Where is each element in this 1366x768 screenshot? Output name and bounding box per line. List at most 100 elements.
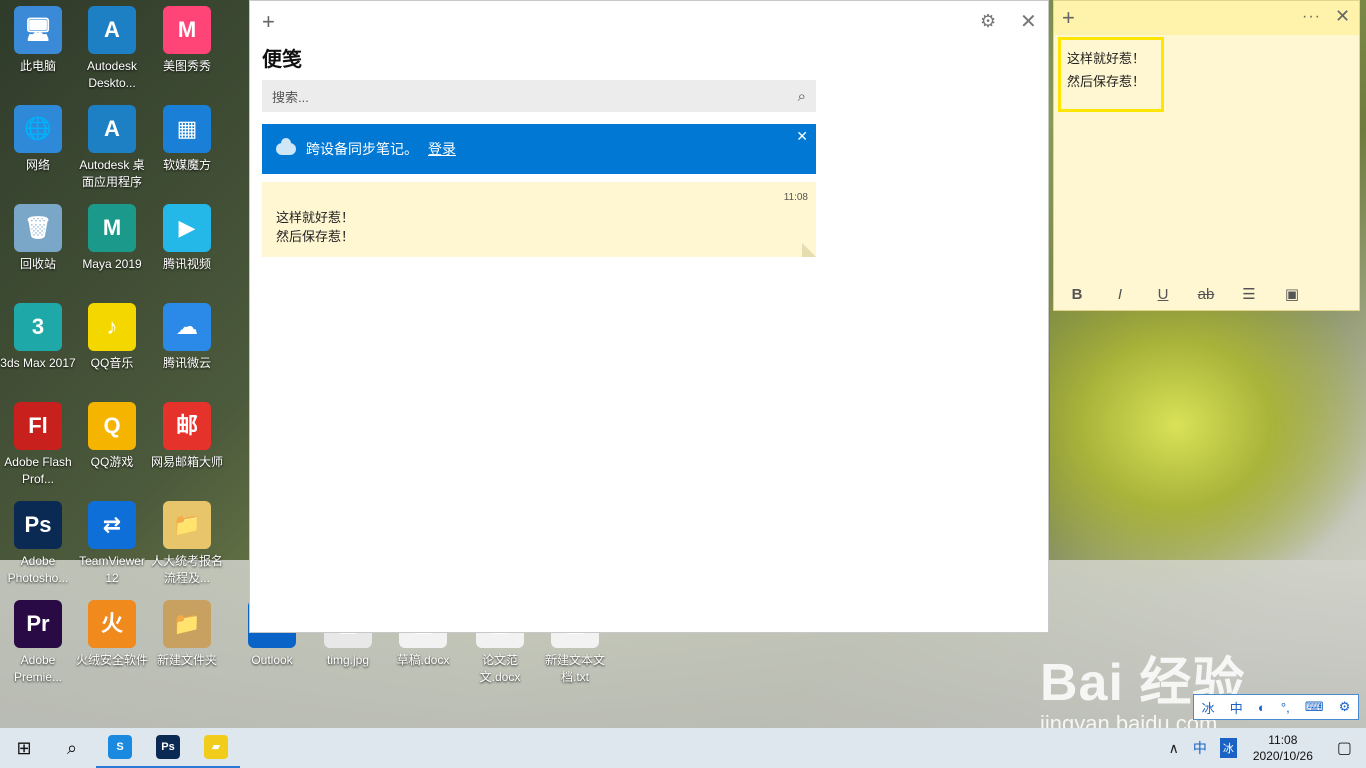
taskbar-search-icon[interactable]: ⌕ <box>48 728 96 768</box>
app-icon: M <box>88 204 136 252</box>
insert-image-button[interactable]: ▣ <box>1281 285 1303 303</box>
desktop-icon[interactable]: Pr Adobe Premie... <box>0 594 76 686</box>
desktop-icon[interactable]: 🖥 此电脑 <box>0 0 76 75</box>
desktop-icon[interactable]: ⇄ TeamViewer 12 <box>74 495 150 587</box>
search-icon[interactable]: ⌕ <box>798 88 806 105</box>
new-note-button[interactable]: + <box>1062 5 1075 31</box>
app-icon: ▦ <box>163 105 211 153</box>
note-list-item[interactable]: 11:08 这样就好惹！ 然后保存惹！ <box>262 182 816 257</box>
ime-toolbar-item[interactable]: ⚙ <box>1339 699 1351 715</box>
desktop-icon-label: 美图秀秀 <box>162 59 211 73</box>
desktop-icon-label: timg.jpg <box>326 653 370 667</box>
sogou-browser-icon: S <box>108 735 132 759</box>
desktop-icon-label: 论文范文.docx <box>479 653 521 684</box>
photoshop-icon: Ps <box>156 735 180 759</box>
ime-toolbar-item[interactable]: ◐ <box>1258 700 1266 715</box>
desktop-icon[interactable]: M Maya 2019 <box>74 198 150 273</box>
input-language-indicator[interactable]: 中 <box>1186 738 1214 758</box>
clock-date: 2020/10/26 <box>1252 749 1313 763</box>
app-icon: 🖥 <box>14 6 62 54</box>
desktop-icon-label: 火绒安全软件 <box>75 653 148 667</box>
strikethrough-button[interactable]: ab <box>1195 286 1217 303</box>
desktop-icon-label: 腾讯微云 <box>162 356 211 370</box>
note-preview-text: 这样就好惹！ 然后保存惹！ <box>276 210 355 244</box>
taskbar-app-sogou-browser[interactable]: S <box>96 728 144 768</box>
app-icon: ▶ <box>163 204 211 252</box>
desktop-icon[interactable]: 邮网易邮箱大师 <box>149 396 225 471</box>
ime-toolbar: 冰中 ◐ °, ⌨ ⚙ <box>1193 694 1359 720</box>
app-icon: ♪ <box>88 303 136 351</box>
banner-close-button[interactable]: ✕ <box>796 128 808 145</box>
start-button[interactable]: ⊞ <box>0 728 48 768</box>
sync-banner-text: 跨设备同步笔记。 <box>306 141 418 157</box>
sticky-notes-icon: ▰ <box>204 735 228 759</box>
app-icon: 📁 <box>163 600 211 648</box>
desktop-icon[interactable]: 🗑 回收站 <box>0 198 76 273</box>
search-input[interactable]: 搜索... ⌕ <box>262 80 816 112</box>
desktop-icon-label: Maya 2019 <box>82 257 142 271</box>
desktop-icon-label: 回收站 <box>19 257 56 271</box>
desktop-icon-label: 腾讯视频 <box>162 257 211 271</box>
desktop-icon[interactable]: 📁 人大统考报名流程及... <box>149 495 225 587</box>
desktop-icon[interactable]: A Autodesk 桌面应用程序 <box>74 99 150 191</box>
app-icon: ☁ <box>163 303 211 351</box>
app-icon: 火 <box>88 600 136 648</box>
sticky-note-header[interactable]: + ··· ✕ <box>1054 1 1359 35</box>
desktop-icon-label: 新建文本文档.txt <box>544 653 605 684</box>
app-icon: Fl <box>14 402 62 450</box>
desktop-icon[interactable]: 🌐 网络 <box>0 99 76 174</box>
desktop-icon[interactable]: ☁ 腾讯微云 <box>149 297 225 372</box>
ime-toolbar-item[interactable]: 中 <box>1230 698 1243 717</box>
desktop-icon[interactable]: Ps Adobe Photosho... <box>0 495 76 587</box>
desktop-icon-label: Adobe Photosho... <box>7 554 69 585</box>
tray-overflow-chevron-icon[interactable]: ∧ <box>1162 740 1186 757</box>
desktop-icon-label: 软媒魔方 <box>162 158 211 172</box>
ime-toolbar-item[interactable]: 冰 <box>1202 698 1215 717</box>
new-note-button[interactable]: + <box>262 9 275 35</box>
desktop-icon[interactable]: Q QQ游戏 <box>74 396 150 471</box>
desktop-icon[interactable]: ▶ 腾讯视频 <box>149 198 225 273</box>
bold-button[interactable]: B <box>1066 286 1088 303</box>
taskbar-apps: S Ps ▰ <box>96 728 240 768</box>
note-editor[interactable]: 这样就好惹！ 然后保存惹！ <box>1058 37 1164 112</box>
desktop-icon-label: Autodesk 桌面应用程序 <box>79 158 145 189</box>
desktop-icon[interactable]: M 美图秀秀 <box>149 0 225 75</box>
sync-banner: 跨设备同步笔记。 登录 ✕ <box>262 124 816 174</box>
sticky-note-window: + ··· ✕ 这样就好惹！ 然后保存惹！ B I U ab ☰ ▣ <box>1053 0 1360 311</box>
system-tray: ∧ 中 冰 11:08 2020/10/26 ▢ <box>1162 728 1366 768</box>
underline-button[interactable]: U <box>1152 286 1174 303</box>
taskbar-app-photoshop[interactable]: Ps <box>144 728 192 768</box>
italic-button[interactable]: I <box>1109 286 1131 303</box>
page-title: 便笺 <box>262 49 302 71</box>
desktop-icon-label: 草稿.docx <box>396 653 450 667</box>
desktop-icon-label: 此电脑 <box>19 59 56 73</box>
app-icon: A <box>88 6 136 54</box>
ime-icon[interactable]: 冰 <box>1219 738 1237 758</box>
desktop-icon-label: Autodesk Deskto... <box>86 59 138 90</box>
close-note-button[interactable]: ✕ <box>1335 6 1350 27</box>
desktop-icon-label: QQ游戏 <box>90 455 134 469</box>
desktop-icon[interactable]: A Autodesk Deskto... <box>74 0 150 92</box>
app-icon: A <box>88 105 136 153</box>
clock[interactable]: 11:08 2020/10/26 <box>1243 732 1323 764</box>
desktop-icon[interactable]: ▦ 软媒魔方 <box>149 99 225 174</box>
clock-time: 11:08 <box>1268 733 1298 747</box>
close-window-button[interactable]: ✕ <box>1020 9 1037 34</box>
desktop-icon[interactable]: Fl Adobe Flash Prof... <box>0 396 76 488</box>
settings-icon[interactable]: ⚙ <box>980 11 996 32</box>
ime-toolbar-item[interactable]: °, <box>1281 700 1290 715</box>
bullet-list-button[interactable]: ☰ <box>1238 285 1260 303</box>
notification-center-icon[interactable]: ▢ <box>1323 738 1366 758</box>
desktop-icon[interactable]: 3 3ds Max 2017 <box>0 297 76 372</box>
desktop-icon[interactable]: ♪ QQ音乐 <box>74 297 150 372</box>
desktop-icon[interactable]: 📁 新建文件夹 <box>149 594 225 669</box>
search-placeholder: 搜索... <box>272 89 309 105</box>
taskbar-app-sticky-notes[interactable]: ▰ <box>192 728 240 768</box>
ime-toolbar-item[interactable]: ⌨ <box>1305 699 1324 715</box>
note-timestamp: 11:08 <box>783 192 808 203</box>
more-menu-icon[interactable]: ··· <box>1302 8 1321 26</box>
desktop-icon-label: QQ音乐 <box>90 356 134 370</box>
desktop-icon-label: TeamViewer 12 <box>79 554 145 585</box>
sign-in-link[interactable]: 登录 <box>428 139 456 159</box>
desktop-icon[interactable]: 火火绒安全软件 <box>74 594 150 669</box>
